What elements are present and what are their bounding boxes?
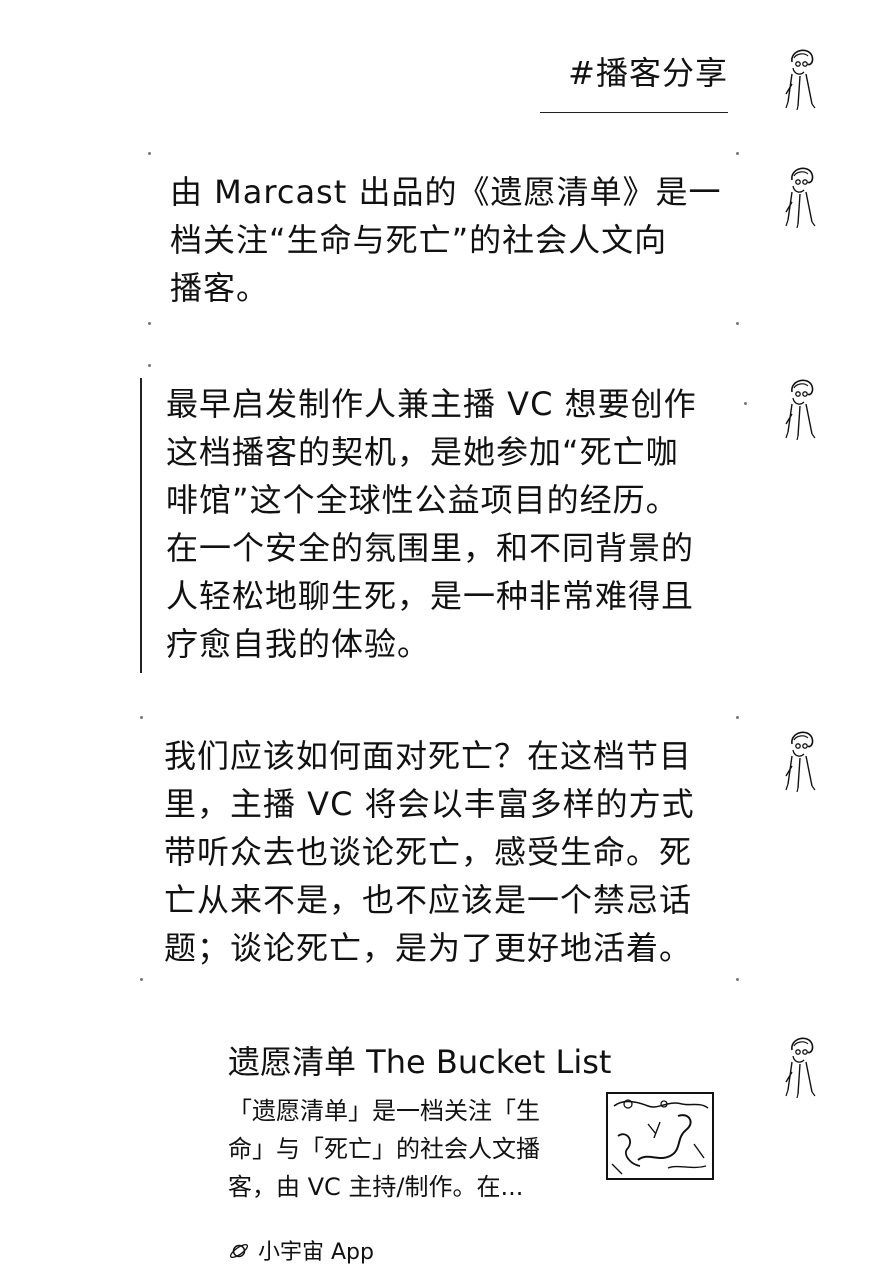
link-card-description[interactable]: 「遗愿清单」是一档关注「生 命」与「死亡」的社会人文播 客，由 VC 主持/制作… (228, 1092, 588, 1206)
avatar-icon (785, 379, 816, 440)
avatar-icon (785, 167, 816, 228)
avatar[interactable] (778, 44, 824, 110)
bubble-corner-mark (148, 152, 151, 155)
bubble-corner-mark (140, 978, 143, 981)
bubble-corner-mark (736, 152, 739, 155)
avatar[interactable] (778, 162, 824, 228)
hashtag-message[interactable]: #播客分享 (540, 52, 728, 113)
planet-icon (228, 1239, 250, 1261)
source-label: 小宇宙 App (258, 1240, 374, 1265)
bubble-corner-mark (140, 716, 143, 719)
hashtag-text[interactable]: #播客分享 (568, 54, 728, 92)
avatar[interactable] (778, 1032, 824, 1098)
avatar-icon (785, 49, 816, 110)
link-card-title[interactable]: 遗愿清单 The Bucket List (228, 1040, 611, 1084)
bubble-corner-mark (736, 322, 739, 325)
bubble-corner-mark (736, 716, 739, 719)
link-card-source[interactable]: 小宇宙 App (228, 1236, 374, 1270)
bubble-corner-mark (148, 322, 151, 325)
bubble-corner-mark (736, 978, 739, 981)
message-bubble[interactable]: 由 Marcast 出品的《遗愿清单》是一 档关注“生命与死亡”的社会人文向 播… (170, 168, 730, 312)
message-bubble[interactable]: 我们应该如何面对死亡？在这档节目 里，主播 VC 将会以丰富多样的方式 带听众去… (164, 732, 734, 972)
quote-bar (140, 378, 142, 673)
bubble-corner-mark (148, 364, 151, 367)
message-bubble[interactable]: 最早启发制作人兼主播 VC 想要创作 这档播客的契机，是她参加“死亡咖 啡馆”这… (166, 380, 726, 668)
avatar[interactable] (778, 726, 824, 792)
podcast-cover-icon (608, 1094, 712, 1178)
link-card-thumbnail[interactable] (606, 1092, 714, 1180)
avatar-icon (785, 1037, 816, 1098)
avatar[interactable] (778, 374, 824, 440)
bubble-corner-mark (744, 402, 747, 405)
avatar-icon (785, 731, 816, 792)
